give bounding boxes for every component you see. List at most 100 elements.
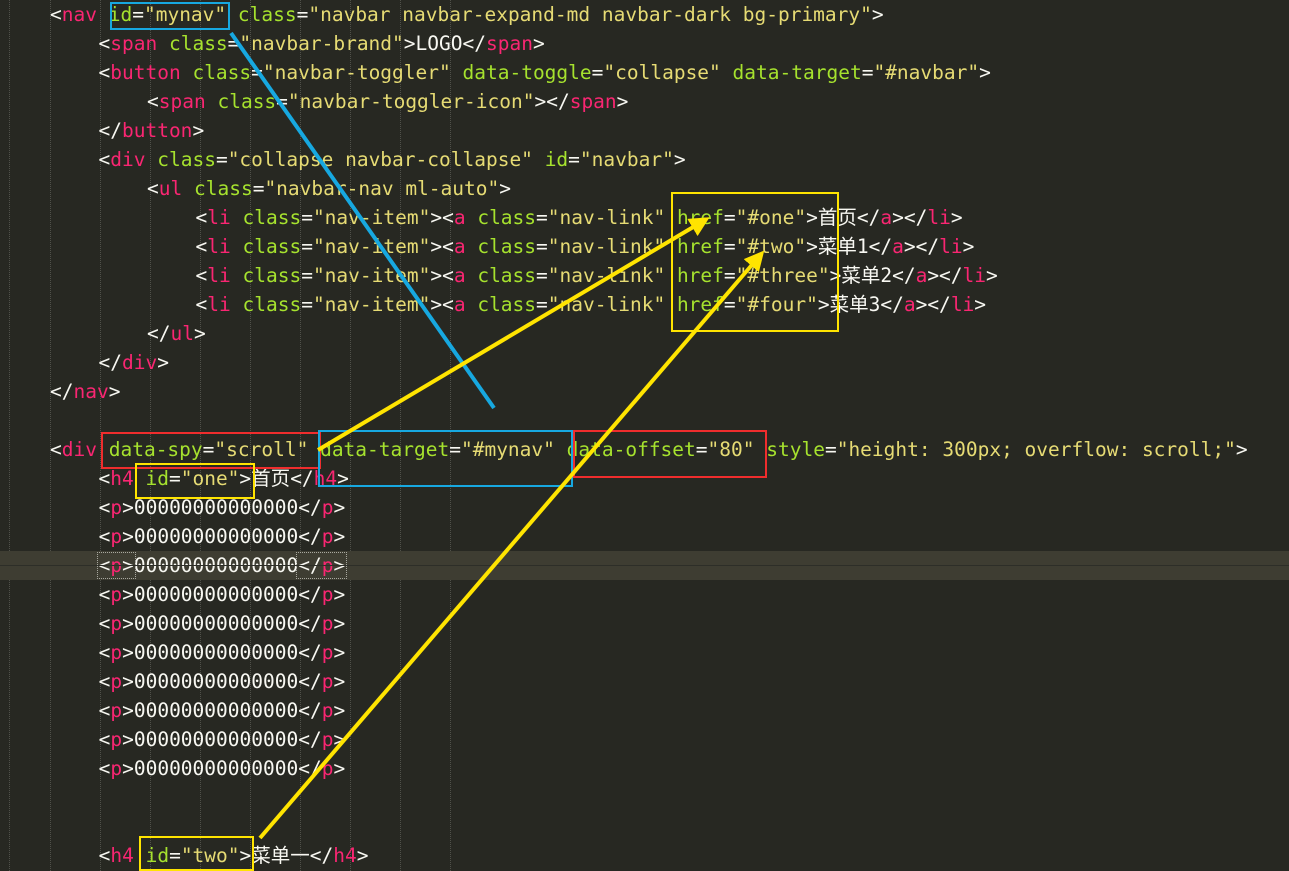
code-token: </ (892, 264, 916, 287)
code-line[interactable]: <h4 id="two">菜单一</h4> (0, 841, 1289, 870)
code-token: >< (430, 206, 454, 229)
code-token: class (237, 3, 297, 26)
code-line[interactable]: <li class="nav-item"><a class="nav-link"… (0, 290, 1289, 319)
code-token: > (122, 728, 134, 751)
code-token: "#four" (735, 293, 818, 316)
code-line[interactable]: <span class="navbar-toggler-icon"></span… (0, 87, 1289, 116)
code-token: data-target (732, 61, 862, 84)
code-line[interactable]: <nav id="mynav" class="navbar navbar-exp… (0, 0, 1289, 29)
code-token: class (477, 264, 537, 287)
code-token: 首页 (251, 467, 291, 490)
code-token: li (207, 264, 231, 287)
code-line[interactable]: </button> (0, 116, 1289, 145)
code-token: < (98, 757, 111, 780)
code-token: </ (298, 525, 322, 548)
matching-tag-close: </p> (296, 552, 348, 579)
code-token: < (98, 699, 111, 722)
code-token: href (676, 206, 724, 229)
code-token: < (98, 496, 111, 519)
code-token: "#two" (735, 235, 807, 258)
code-token: < (98, 844, 111, 867)
code-token: > (122, 670, 134, 693)
code-line[interactable]: <p>00000000000000</p> (0, 493, 1289, 522)
code-token: </ (298, 699, 322, 722)
code-line[interactable]: <li class="nav-item"><a class="nav-link"… (0, 232, 1289, 261)
code-editor-screenshot: <nav id="mynav" class="navbar navbar-exp… (0, 0, 1289, 871)
code-token: = (536, 264, 548, 287)
code-token: </ (98, 351, 122, 374)
code-token: > (333, 554, 346, 577)
code-line[interactable]: <button class="navbar-toggler" data-togg… (0, 58, 1289, 87)
code-token: > (333, 757, 346, 780)
code-token: "#three" (735, 264, 830, 287)
code-line-current[interactable]: <p>00000000000000</p> (0, 551, 1289, 580)
code-line[interactable]: <p>00000000000000</p> (0, 609, 1289, 638)
code-line[interactable] (0, 406, 1289, 435)
code-token: </ (309, 844, 334, 867)
code-line[interactable]: <p>00000000000000</p> (0, 754, 1289, 783)
code-token: > (673, 148, 686, 171)
code-line[interactable]: <h4 id="one">首页</h4> (0, 464, 1289, 493)
code-token: "nav-link" (547, 235, 666, 258)
code-token: span (110, 32, 158, 55)
code-line[interactable]: <p>00000000000000</p> (0, 667, 1289, 696)
code-line[interactable]: <span class="navbar-brand">LOGO</span> (0, 29, 1289, 58)
code-line[interactable]: <p>00000000000000</p> (0, 580, 1289, 609)
code-line[interactable]: <p>00000000000000</p> (0, 696, 1289, 725)
code-token: </ (298, 641, 322, 664)
code-token: ></ (927, 264, 963, 287)
code-content[interactable]: <nav id="mynav" class="navbar navbar-exp… (0, 0, 1289, 870)
code-line[interactable]: <p>00000000000000</p> (0, 638, 1289, 667)
code-token: 菜单2 (841, 264, 893, 287)
code-line[interactable]: <ul class="navbar-nav ml-auto"> (0, 174, 1289, 203)
code-token: = (723, 264, 736, 287)
code-line[interactable]: <div class="collapse navbar-collapse" id… (0, 145, 1289, 174)
code-token: = (591, 61, 604, 84)
code-token: button (110, 61, 181, 84)
code-line[interactable]: <p>00000000000000</p> (0, 522, 1289, 551)
code-token: ></ (892, 206, 928, 229)
code-token: >< (430, 264, 454, 287)
code-token: </ (880, 293, 904, 316)
code-token: </ (462, 32, 486, 55)
code-token: > (122, 641, 134, 664)
code-line[interactable] (0, 812, 1289, 841)
code-token: > (108, 380, 121, 403)
code-token: </ (856, 206, 881, 229)
code-line[interactable]: <li class="nav-item"><a class="nav-link"… (0, 261, 1289, 290)
code-token: p (110, 728, 123, 751)
code-token: 00000000000000 (133, 641, 299, 664)
code-token: id (145, 467, 169, 490)
code-line[interactable]: <p>00000000000000</p> (0, 725, 1289, 754)
code-token: < (98, 32, 111, 55)
code-token: p (321, 670, 334, 693)
code-token: </ (290, 467, 314, 490)
code-token: data-spy (108, 438, 203, 461)
code-line[interactable]: <li class="nav-item"><a class="nav-link"… (0, 203, 1289, 232)
code-token: p (110, 554, 123, 577)
code-token: "collapse" (603, 61, 721, 84)
code-line[interactable] (0, 783, 1289, 812)
code-line[interactable]: <div data-spy="scroll" data-target="#myn… (0, 435, 1289, 464)
code-token: </ (298, 554, 322, 577)
code-token: > (974, 293, 987, 316)
code-token: p (110, 612, 123, 635)
code-token: = (723, 235, 736, 258)
code-token: > (157, 351, 169, 374)
code-line[interactable]: </nav> (0, 377, 1289, 406)
code-line[interactable]: </ul> (0, 319, 1289, 348)
code-token: < (195, 206, 208, 229)
code-token: < (98, 61, 111, 84)
code-token: class (242, 206, 302, 229)
code-token: = (276, 90, 288, 113)
code-token: "navbar-toggler" (262, 61, 451, 84)
code-line[interactable]: </div> (0, 348, 1289, 377)
code-token: > (979, 61, 991, 84)
